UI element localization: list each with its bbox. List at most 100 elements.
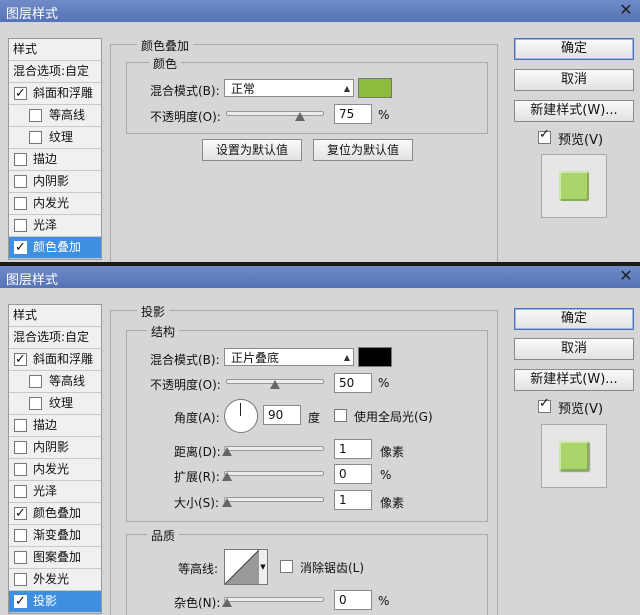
angle-label: 角度(A): <box>174 411 220 425</box>
style-item-checkbox[interactable] <box>29 109 42 122</box>
style-item[interactable]: 等高线 <box>9 105 101 127</box>
style-item-checkbox[interactable] <box>14 197 27 210</box>
style-item[interactable]: 内发光 <box>9 459 101 481</box>
style-item[interactable]: 描边 <box>9 149 101 171</box>
angle-unit: 度 <box>308 411 321 425</box>
new-style-button[interactable]: 新建样式(W)... <box>514 100 634 122</box>
style-item[interactable]: 内阴影 <box>9 171 101 193</box>
style-item[interactable]: 内阴影 <box>9 437 101 459</box>
style-item[interactable]: 颜色叠加 <box>9 237 101 259</box>
style-item-checkbox[interactable] <box>29 375 42 388</box>
slider-thumb[interactable] <box>222 498 232 507</box>
color-group-title: 颜色 <box>149 55 182 72</box>
size-input[interactable]: 1 <box>334 490 372 510</box>
styles-list-header[interactable]: 样式 <box>9 39 101 61</box>
slider-thumb[interactable] <box>294 112 305 121</box>
style-item[interactable]: 渐变叠加 <box>9 525 101 547</box>
style-item-checkbox[interactable] <box>14 503 27 524</box>
style-item[interactable]: 图案叠加 <box>9 547 101 569</box>
updown-arrow-icon: ▲ <box>343 84 350 93</box>
spread-input[interactable]: 0 <box>334 464 372 484</box>
style-item-checkbox[interactable] <box>14 441 27 454</box>
anti-alias-checkbox[interactable] <box>280 560 293 573</box>
styles-list-header[interactable]: 混合选项:自定 <box>9 327 101 349</box>
opacity-input[interactable]: 50 <box>334 373 372 393</box>
style-item-checkbox[interactable] <box>14 237 27 258</box>
slider-track <box>224 471 324 476</box>
style-item[interactable]: 描边 <box>9 415 101 437</box>
slider-thumb[interactable] <box>222 447 232 456</box>
shadow-color-swatch[interactable] <box>358 347 392 367</box>
style-item[interactable]: 纹理 <box>9 127 101 149</box>
global-light-checkbox[interactable] <box>334 409 347 422</box>
new-style-button[interactable]: 新建样式(W)... <box>514 369 634 391</box>
styles-list-header[interactable]: 样式 <box>9 305 101 327</box>
style-preview <box>541 154 607 218</box>
contour-curve-icon <box>225 550 259 584</box>
blend-mode-label: 混合模式(B): <box>150 84 220 98</box>
noise-input[interactable]: 0 <box>334 590 372 610</box>
style-item[interactable]: 投影 <box>9 591 101 613</box>
contour-picker[interactable] <box>224 549 260 585</box>
style-item-checkbox[interactable] <box>14 175 27 188</box>
size-slider[interactable] <box>222 496 324 507</box>
opacity-input[interactable]: 75 <box>334 104 372 124</box>
blend-mode-select[interactable]: 正片叠底 ▲ <box>224 348 354 366</box>
style-item-checkbox[interactable] <box>14 219 27 232</box>
cancel-button[interactable]: 取消 <box>514 69 634 91</box>
slider-track <box>224 497 324 502</box>
style-item-checkbox[interactable] <box>14 529 27 542</box>
style-item-checkbox[interactable] <box>29 397 42 410</box>
reset-default-button[interactable]: 复位为默认值 <box>313 139 413 161</box>
styles-list-header[interactable]: 混合选项:自定 <box>9 61 101 83</box>
style-item-checkbox[interactable] <box>14 573 27 586</box>
slider-thumb[interactable] <box>222 472 232 481</box>
opacity-slider[interactable] <box>226 378 324 389</box>
distance-label: 距离(D): <box>174 445 221 459</box>
angle-dial[interactable] <box>224 399 258 433</box>
slider-thumb[interactable] <box>222 598 232 607</box>
style-item-checkbox[interactable] <box>14 551 27 564</box>
title-bar: 图层样式 ✕ <box>0 0 640 22</box>
style-item[interactable]: 外发光 <box>9 569 101 591</box>
style-item-checkbox[interactable] <box>14 83 27 104</box>
panel-title: 投影 <box>137 303 170 320</box>
style-item[interactable]: 光泽 <box>9 481 101 503</box>
preview-checkbox[interactable] <box>538 127 551 144</box>
close-icon[interactable]: ✕ <box>618 267 634 285</box>
style-item[interactable]: 内发光 <box>9 193 101 215</box>
style-item-label: 等高线 <box>49 374 86 388</box>
style-item[interactable]: 纹理 <box>9 393 101 415</box>
angle-input[interactable]: 90 <box>263 405 301 425</box>
style-item-checkbox[interactable] <box>14 419 27 432</box>
style-item[interactable]: 光泽 <box>9 215 101 237</box>
blend-mode-select[interactable]: 正常 ▲ <box>224 79 354 97</box>
style-item[interactable]: 斜面和浮雕 <box>9 83 101 105</box>
distance-input[interactable]: 1 <box>334 439 372 459</box>
ok-button[interactable]: 确定 <box>514 38 634 60</box>
set-default-button[interactable]: 设置为默认值 <box>202 139 302 161</box>
blend-mode-label: 混合模式(B): <box>150 353 220 367</box>
contour-dropdown-arrow-icon[interactable]: ▼ <box>259 549 268 585</box>
spread-slider[interactable] <box>222 470 324 481</box>
cancel-button[interactable]: 取消 <box>514 338 634 360</box>
noise-slider[interactable] <box>222 596 324 607</box>
style-item[interactable]: 颜色叠加 <box>9 503 101 525</box>
style-item-checkbox[interactable] <box>14 591 27 612</box>
style-item-label: 光泽 <box>33 218 58 232</box>
preview-checkbox[interactable] <box>538 396 551 413</box>
slider-thumb[interactable] <box>270 380 280 389</box>
ok-button[interactable]: 确定 <box>514 308 634 330</box>
style-item-checkbox[interactable] <box>14 349 27 370</box>
style-item-checkbox[interactable] <box>14 485 27 498</box>
style-item-checkbox[interactable] <box>29 131 42 144</box>
style-item-checkbox[interactable] <box>14 463 27 476</box>
style-item[interactable]: 斜面和浮雕 <box>9 349 101 371</box>
style-item-checkbox[interactable] <box>14 153 27 166</box>
overlay-color-swatch[interactable] <box>358 78 392 98</box>
distance-slider[interactable] <box>222 445 324 456</box>
opacity-slider[interactable] <box>226 110 324 121</box>
style-item[interactable]: 等高线 <box>9 371 101 393</box>
style-item-label: 内发光 <box>33 462 70 476</box>
close-icon[interactable]: ✕ <box>618 1 634 19</box>
